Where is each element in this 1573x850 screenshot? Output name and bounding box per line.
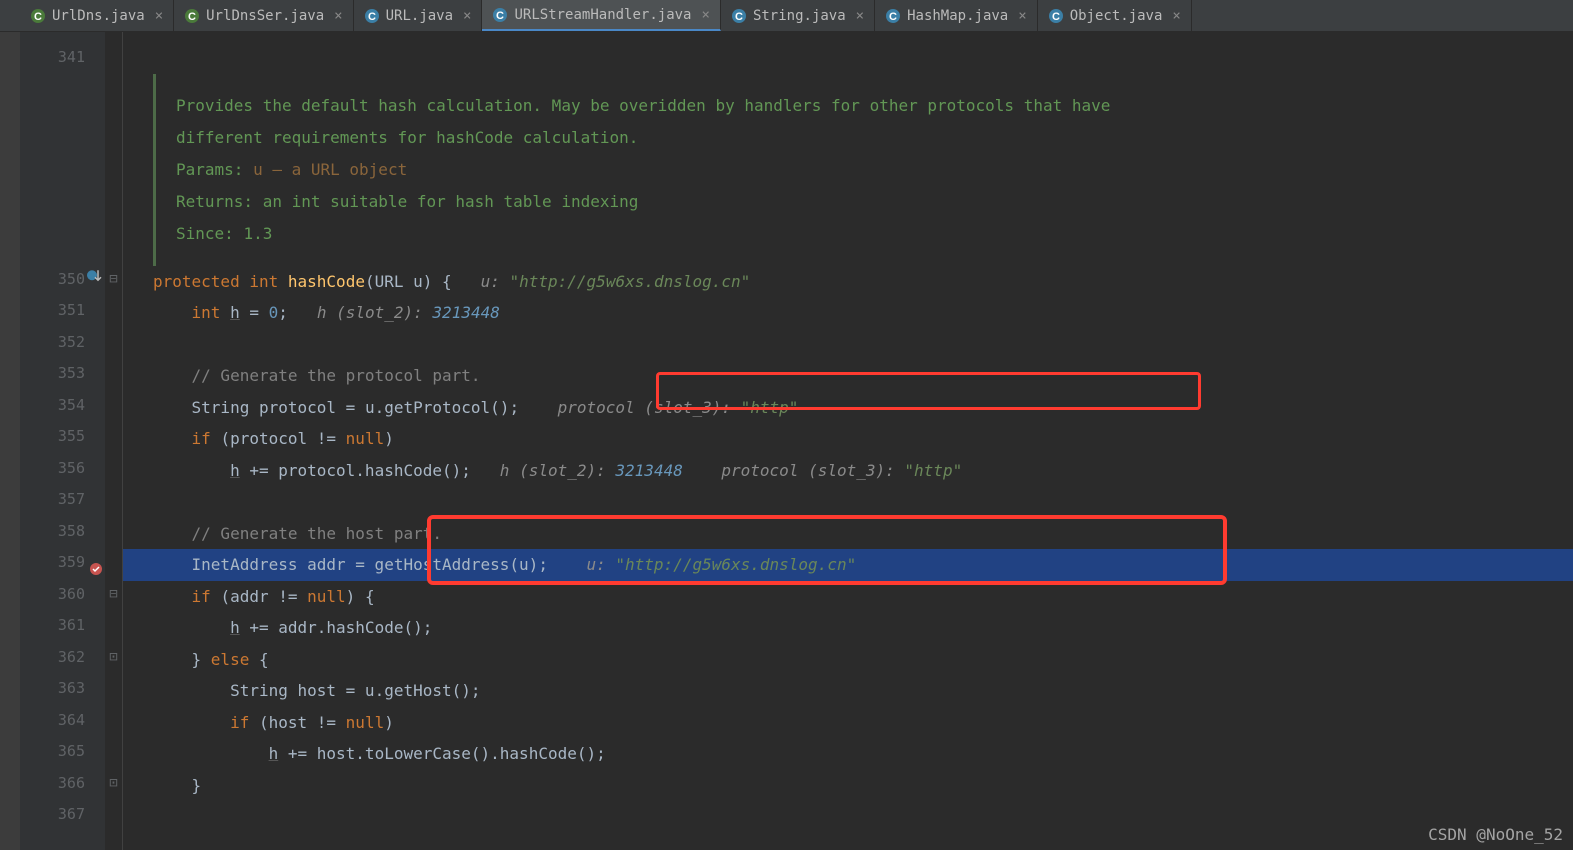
javadoc-desc: different requirements for hashCode calc… — [176, 122, 1553, 154]
line-number[interactable]: 350 — [20, 264, 105, 296]
code-line-359-current: InetAddress addr = getHostAddress(u); u:… — [123, 549, 1573, 581]
fold-toggle[interactable]: ⊟ — [105, 579, 122, 611]
tab-urldnsser[interactable]: C UrlDnsSer.java × — [174, 0, 353, 31]
svg-text:C: C — [188, 11, 196, 23]
line-number[interactable]: 364 — [20, 705, 105, 737]
javadoc-desc: Provides the default hash calculation. M… — [176, 90, 1553, 122]
line-number[interactable]: 359 — [20, 547, 105, 579]
class-icon: C — [30, 8, 46, 24]
tab-label: URL.java — [386, 8, 453, 24]
lib-class-icon: C — [492, 7, 508, 23]
line-number[interactable] — [20, 74, 105, 264]
editor-tabs: C UrlDns.java × C UrlDnsSer.java × C URL… — [0, 0, 1573, 32]
lib-class-icon: C — [731, 8, 747, 24]
code-line-356: h += protocol.hashCode(); h (slot_2): 32… — [123, 455, 1573, 487]
javadoc-since-label: Since: — [176, 224, 234, 243]
tab-label: UrlDnsSer.java — [206, 8, 324, 24]
watermark: CSDN @NoOne_52 — [1428, 825, 1563, 844]
javadoc-since: 1.3 — [243, 224, 272, 243]
fold-toggle[interactable]: ⊟ — [105, 264, 122, 296]
lib-class-icon: C — [1048, 8, 1064, 24]
tab-label: String.java — [753, 8, 846, 24]
close-icon[interactable]: × — [1172, 8, 1180, 24]
close-icon[interactable]: × — [702, 7, 710, 23]
code-line-360: if (addr != null) { — [123, 581, 1573, 613]
close-icon[interactable]: × — [463, 8, 471, 24]
javadoc-returns-label: Returns: — [176, 192, 253, 211]
close-icon[interactable]: × — [155, 8, 163, 24]
javadoc-params: u – a URL object — [253, 160, 407, 179]
editor-area: 341 350 351 352 353 354 355 356 357 358 … — [0, 32, 1573, 850]
override-icon[interactable] — [87, 264, 103, 296]
line-number[interactable]: 360 — [20, 579, 105, 611]
line-number[interactable]: 355 — [20, 421, 105, 453]
svg-text:C: C — [497, 10, 505, 22]
line-number[interactable]: 361 — [20, 610, 105, 642]
fold-column: ⊟ ⊟ ⊡ ⊡ — [105, 32, 123, 850]
svg-text:C: C — [368, 11, 376, 23]
code-line-362: } else { — [123, 644, 1573, 676]
tab-string[interactable]: C String.java × — [721, 0, 875, 31]
line-number[interactable]: 365 — [20, 736, 105, 768]
code-line-364: if (host != null) — [123, 707, 1573, 739]
tab-urlstreamhandler[interactable]: C URLStreamHandler.java × — [482, 0, 720, 31]
tab-label: URLStreamHandler.java — [514, 7, 691, 23]
breakpoint-icon[interactable] — [89, 556, 103, 570]
fold-end[interactable]: ⊡ — [105, 768, 122, 800]
code-line-367 — [123, 801, 1573, 833]
code-content[interactable]: Provides the default hash calculation. M… — [123, 32, 1573, 850]
code-line-355: if (protocol != null) — [123, 423, 1573, 455]
code-line-363: String host = u.getHost(); — [123, 675, 1573, 707]
line-number[interactable]: 353 — [20, 358, 105, 390]
tab-url[interactable]: C URL.java × — [354, 0, 483, 31]
close-icon[interactable]: × — [856, 8, 864, 24]
code-line-361: h += addr.hashCode(); — [123, 612, 1573, 644]
line-number[interactable]: 354 — [20, 390, 105, 422]
javadoc-params-label: Params: — [176, 160, 243, 179]
tab-urldns[interactable]: C UrlDns.java × — [20, 0, 174, 31]
line-number[interactable]: 356 — [20, 453, 105, 485]
code-line-353: // Generate the protocol part. — [123, 360, 1573, 392]
code-line-358: // Generate the host part. — [123, 518, 1573, 550]
fold-end[interactable]: ⊡ — [105, 642, 122, 674]
code-line-365: h += host.toLowerCase().hashCode(); — [123, 738, 1573, 770]
code-line-352 — [123, 329, 1573, 361]
line-number[interactable]: 367 — [20, 799, 105, 831]
tab-object[interactable]: C Object.java × — [1038, 0, 1192, 31]
code-line-351: int h = 0; h (slot_2): 3213448 — [123, 297, 1573, 329]
line-number[interactable]: 366 — [20, 768, 105, 800]
class-icon: C — [184, 8, 200, 24]
javadoc: Provides the default hash calculation. M… — [153, 74, 1573, 266]
svg-text:C: C — [34, 11, 42, 23]
line-number[interactable]: 352 — [20, 327, 105, 359]
svg-text:C: C — [889, 11, 897, 23]
line-number[interactable]: 363 — [20, 673, 105, 705]
line-number[interactable]: 357 — [20, 484, 105, 516]
line-number[interactable]: 351 — [20, 295, 105, 327]
line-number[interactable]: 362 — [20, 642, 105, 674]
tab-label: HashMap.java — [907, 8, 1008, 24]
line-number[interactable]: 358 — [20, 516, 105, 548]
left-stripe — [0, 32, 20, 850]
code-line-350: protected int hashCode(URL u) { u: "http… — [123, 266, 1573, 298]
code-line-354: String protocol = u.getProtocol(); proto… — [123, 392, 1573, 424]
tab-label: Object.java — [1070, 8, 1163, 24]
code-line-341 — [123, 42, 1573, 74]
code-line-357 — [123, 486, 1573, 518]
close-icon[interactable]: × — [334, 8, 342, 24]
svg-text:C: C — [735, 11, 743, 23]
code-line-366: } — [123, 770, 1573, 802]
line-gutter: 341 350 351 352 353 354 355 356 357 358 … — [20, 32, 105, 850]
line-number[interactable]: 341 — [20, 42, 105, 74]
lib-class-icon: C — [364, 8, 380, 24]
close-icon[interactable]: × — [1018, 8, 1026, 24]
javadoc-returns: an int suitable for hash table indexing — [263, 192, 639, 211]
tab-hashmap[interactable]: C HashMap.java × — [875, 0, 1038, 31]
tab-label: UrlDns.java — [52, 8, 145, 24]
lib-class-icon: C — [885, 8, 901, 24]
svg-text:C: C — [1052, 11, 1060, 23]
